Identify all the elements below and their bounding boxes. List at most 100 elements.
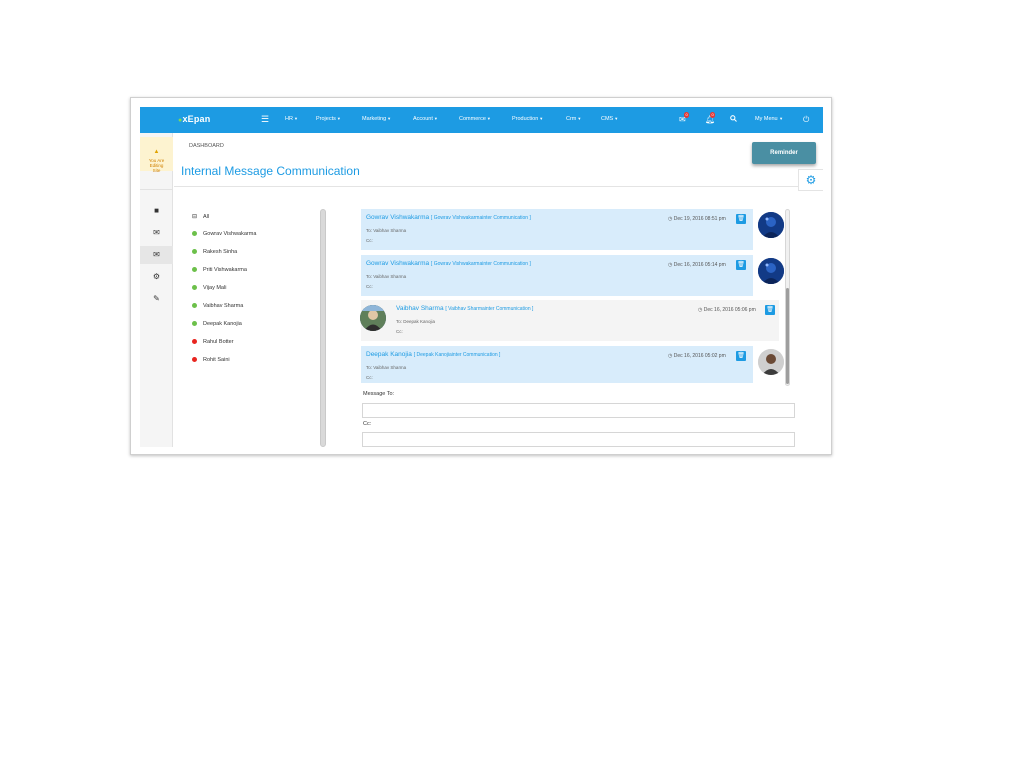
contact-item[interactable]: Gowrav Vishwakarma [192, 231, 256, 241]
contact-item[interactable]: Rahul Botter [192, 339, 234, 349]
editing-site-warning[interactable]: ▲ You Are Editing Site [140, 137, 173, 173]
nav-account-label: Account [413, 116, 433, 122]
nav-cms[interactable]: CMS▼ [601, 116, 618, 122]
caret-down-icon: ▼ [614, 116, 619, 121]
nav-crm[interactable]: Crm▼ [566, 116, 581, 122]
nav-commerce[interactable]: Commerce▼ [459, 116, 491, 122]
settings-gear-icon[interactable]: ⚙ [798, 169, 823, 191]
message-sender[interactable]: Gowrav Vishwakarma [366, 214, 429, 221]
message-to-label: Message To: [363, 391, 395, 397]
message-sender[interactable]: Deepak Kanojia [366, 351, 412, 358]
avatar [360, 305, 386, 331]
user-menu[interactable]: My Menu ▼ [755, 116, 783, 122]
bell-notification-icon[interactable]: 🔔︎ 0 [705, 112, 716, 124]
nav-marketing[interactable]: Marketing▼ [362, 116, 391, 122]
message-cc: Cc: [366, 238, 373, 243]
contact-item[interactable]: Rakesh Sinha [192, 249, 237, 259]
message-scrollbar[interactable] [785, 209, 790, 386]
message-time: ◷ Dec 19, 2016 08:51 pm [668, 216, 726, 222]
scrollbar-thumb[interactable] [786, 288, 789, 384]
contact-item[interactable]: Deepak Kanojia [192, 321, 242, 331]
trash-icon[interactable]: 🗑︎ [736, 260, 746, 270]
caret-down-icon: ▼ [336, 116, 341, 121]
contact-all-label: All [203, 214, 210, 220]
nav-projects[interactable]: Projects▼ [316, 116, 341, 122]
nav-hr-label: HR [285, 116, 293, 122]
message-thread: Gowrav Vishwakarma [ Gowrav Vishwakarmai… [360, 209, 791, 389]
brand-logo[interactable]: ●xEpan [178, 114, 210, 124]
nav-account[interactable]: Account▼ [413, 116, 438, 122]
nav-projects-label: Projects [316, 116, 336, 122]
reminder-button[interactable]: Reminder [752, 142, 816, 164]
cc-input[interactable] [362, 432, 795, 447]
message-to: To: Vaibhav Sharma [366, 365, 407, 370]
message-sender[interactable]: Vaibhav Sharma [396, 305, 444, 312]
message-sender[interactable]: Gowrav Vishwakarma [366, 260, 429, 267]
folder-icon[interactable]: ■ [140, 202, 173, 220]
menu-toggle-icon[interactable]: ☰ [261, 114, 269, 125]
caret-down-icon: ▼ [387, 116, 392, 121]
clock-icon: ◷ [668, 216, 673, 222]
warning-text: You Are Editing Site [148, 158, 165, 173]
message-to: To: Vaibhav Sharma [366, 274, 407, 279]
mail-notification-icon[interactable]: ✉ 0 [679, 112, 690, 124]
avatar-image [758, 349, 784, 375]
top-navbar: ●xEpan ☰ HR▼ Projects▼ Marketing▼ Accoun… [140, 107, 823, 133]
clock-icon: ◷ [668, 262, 673, 268]
message-header: Gowrav Vishwakarma [ Gowrav Vishwakarmai… [366, 260, 531, 267]
breadcrumb[interactable]: DASHBOARD [189, 143, 224, 149]
edit-icon[interactable]: ✎ [140, 290, 173, 308]
contact-list-scrollbar[interactable] [320, 209, 326, 447]
contact-item[interactable]: Vijay Mali [192, 285, 226, 295]
contact-item[interactable]: Priti Vishwakarma [192, 267, 247, 277]
message-time-text: Dec 19, 2016 08:51 pm [673, 216, 726, 222]
caret-down-icon: ▼ [486, 116, 491, 121]
contact-name: Vijay Mali [203, 285, 227, 291]
contact-name: Rohit Saini [203, 357, 230, 363]
message-header: Deepak Kanojia [ Deepak Kanojiainter Com… [366, 351, 500, 358]
search-glyph [730, 115, 737, 122]
contact-item[interactable]: Vaibhav Sharma [192, 303, 243, 313]
brand-name: xEpan [182, 114, 211, 124]
avatar-image [758, 212, 784, 238]
message-context[interactable]: [ Vaibhav Sharmainter Communication ] [445, 306, 533, 312]
trash-icon[interactable]: 🗑︎ [736, 351, 746, 361]
message-card[interactable]: Gowrav Vishwakarma [ Gowrav Vishwakarmai… [361, 255, 753, 296]
nav-cms-label: CMS [601, 116, 614, 122]
clock-icon: ◷ [668, 353, 673, 359]
contact-item[interactable]: Rohit Saini [192, 357, 230, 367]
header-divider [174, 186, 823, 187]
nav-hr[interactable]: HR▼ [285, 116, 298, 122]
online-status-icon [192, 303, 197, 309]
caret-down-icon: ▼ [539, 116, 544, 121]
left-sidebar: ▲ You Are Editing Site ■ ✉ ✉ ⚙ ✎ [140, 133, 173, 447]
message-card[interactable]: Deepak Kanojia [ Deepak Kanojiainter Com… [361, 346, 753, 383]
gear-icon[interactable]: ⚙ [140, 268, 173, 286]
message-context[interactable]: [ Gowrav Vishwakarmainter Communication … [431, 215, 531, 221]
warning-icon: ▲ [153, 149, 160, 155]
screenshot-frame: ●xEpan ☰ HR▼ Projects▼ Marketing▼ Accoun… [130, 97, 832, 455]
contact-all[interactable]: ⊟ All [192, 213, 209, 223]
nav-production[interactable]: Production▼ [512, 116, 543, 122]
power-icon[interactable]: ⏻ [803, 115, 809, 125]
contact-name: Gowrav Vishwakarma [203, 231, 257, 237]
message-time-text: Dec 16, 2016 05:06 pm [703, 307, 756, 313]
message-card[interactable]: Gowrav Vishwakarma [ Gowrav Vishwakarmai… [361, 209, 753, 250]
message-header: Vaibhav Sharma [ Vaibhav Sharmainter Com… [396, 305, 533, 312]
caret-down-icon: ▼ [779, 116, 784, 121]
trash-icon[interactable]: 🗑︎ [736, 214, 746, 224]
message-context[interactable]: [ Deepak Kanojiainter Communication ] [414, 352, 501, 358]
envelope-icon[interactable]: ✉ [140, 224, 173, 242]
message-context[interactable]: [ Gowrav Vishwakarmainter Communication … [431, 261, 531, 267]
search-icon[interactable] [730, 115, 737, 124]
nav-marketing-label: Marketing [362, 116, 387, 122]
clock-icon: ◷ [698, 307, 703, 313]
message-to-input[interactable] [362, 403, 795, 418]
mail-badge: 0 [684, 112, 690, 118]
message-card[interactable]: Vaibhav Sharma [ Vaibhav Sharmainter Com… [360, 300, 779, 341]
contact-name: Deepak Kanojia [203, 321, 242, 327]
contact-name: Priti Vishwakarma [203, 267, 247, 273]
trash-icon[interactable]: 🗑︎ [765, 305, 775, 315]
envelope-active-icon[interactable]: ✉ [140, 246, 173, 264]
nav-commerce-label: Commerce [459, 116, 486, 122]
